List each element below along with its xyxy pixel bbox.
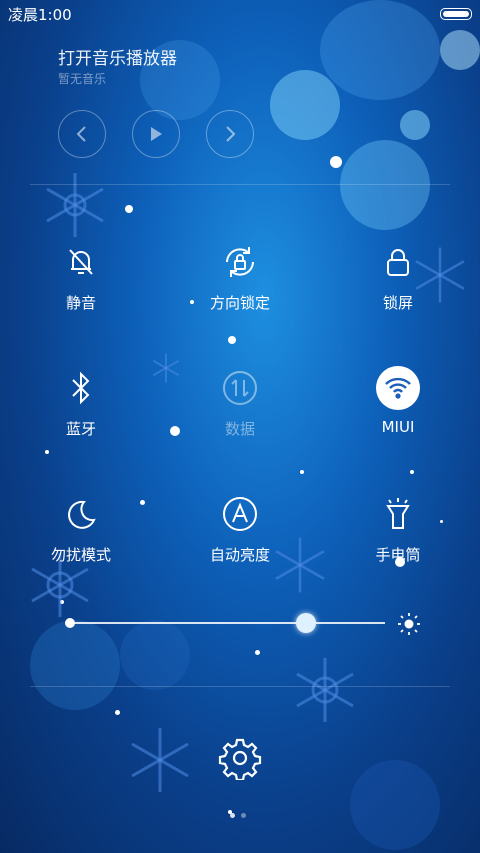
music-subtitle: 暂无音乐 xyxy=(58,72,107,86)
rotation-lock-icon xyxy=(218,240,262,284)
toggle-mute[interactable]: 静音 xyxy=(26,240,136,313)
flashlight-icon xyxy=(376,492,420,536)
page-indicator xyxy=(230,813,246,818)
toggle-do-not-disturb[interactable]: 勿扰模式 xyxy=(26,492,136,565)
snowflake-icon xyxy=(46,173,104,237)
previous-button[interactable] xyxy=(58,110,106,158)
toggle-auto-brightness[interactable]: 自动亮度 xyxy=(185,492,295,565)
page-dot xyxy=(230,813,235,818)
mute-bell-icon xyxy=(59,240,103,284)
bluetooth-icon xyxy=(59,366,103,410)
toggle-label: 蓝牙 xyxy=(65,420,96,438)
snowflake-icon xyxy=(296,658,354,722)
battery-icon xyxy=(440,8,472,20)
next-button[interactable] xyxy=(206,110,254,158)
gear-icon[interactable] xyxy=(218,736,262,780)
slider-track[interactable] xyxy=(70,622,385,624)
toggle-label: 数据 xyxy=(224,420,255,438)
brightness-icon xyxy=(398,613,420,635)
slider-min-dot xyxy=(65,618,75,628)
divider xyxy=(30,686,450,687)
lock-icon xyxy=(376,240,420,284)
data-icon xyxy=(218,366,262,410)
toggle-data[interactable]: 数据 xyxy=(185,366,295,439)
toggle-label: 自动亮度 xyxy=(209,546,270,564)
clock: 凌晨1:00 xyxy=(8,6,72,24)
previous-icon xyxy=(76,126,86,142)
toggle-label: 方向锁定 xyxy=(209,294,270,312)
toggle-rotation-lock[interactable]: 方向锁定 xyxy=(185,240,295,313)
toggle-label: 勿扰模式 xyxy=(50,546,111,564)
snowflake-icon xyxy=(131,728,189,792)
page-dot xyxy=(241,813,246,818)
next-icon xyxy=(226,126,236,142)
music-title[interactable]: 打开音乐播放器 xyxy=(58,44,177,69)
divider xyxy=(30,184,450,185)
moon-icon xyxy=(59,492,103,536)
auto-brightness-icon xyxy=(218,492,262,536)
toggle-label: 静音 xyxy=(65,294,96,312)
toggle-label: 锁屏 xyxy=(382,294,413,312)
toggle-label: MIUI xyxy=(381,418,415,436)
status-bar: 凌晨1:00 xyxy=(0,0,480,26)
wifi-icon xyxy=(376,366,420,410)
toggle-wifi[interactable]: MIUI xyxy=(343,366,453,436)
toggle-bluetooth[interactable]: 蓝牙 xyxy=(26,366,136,439)
snowflake-icon xyxy=(152,353,180,383)
toggle-label: 手电筒 xyxy=(375,546,421,564)
toggle-lock-screen[interactable]: 锁屏 xyxy=(343,240,453,313)
toggle-flashlight[interactable]: 手电筒 xyxy=(343,492,453,565)
play-button[interactable] xyxy=(132,110,180,158)
play-icon xyxy=(151,127,162,141)
